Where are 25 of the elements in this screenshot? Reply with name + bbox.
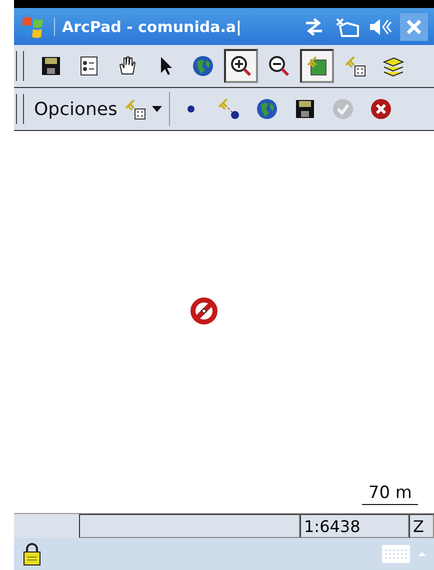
toolbar-button[interactable]	[224, 49, 258, 83]
toolbar-button[interactable]	[300, 49, 334, 83]
check-icon	[331, 97, 356, 121]
satellite-list-icon	[123, 97, 148, 121]
scale-reading: 1:6438	[300, 514, 409, 538]
globe-icon	[255, 97, 280, 121]
satellite-list-icon	[343, 54, 367, 78]
options-label[interactable]: Opciones	[34, 98, 118, 120]
zoom-out-icon	[267, 54, 291, 78]
toolbar-grip[interactable]	[16, 51, 24, 81]
zoom-in-icon	[229, 54, 253, 78]
status-cell: Z	[409, 514, 434, 538]
satellite-point-icon	[217, 97, 242, 121]
caret-icon	[151, 105, 164, 113]
cancel-icon	[369, 97, 394, 121]
scale-bar: 70 m	[362, 483, 418, 505]
window-title: ArcPad - comunida.a|	[54, 18, 294, 36]
lock-icon[interactable]	[22, 542, 42, 566]
toolbar-grip[interactable]	[16, 94, 24, 124]
satellite-map-icon	[305, 54, 329, 78]
point-icon	[187, 105, 196, 113]
globe-icon	[191, 54, 215, 78]
battery-icon[interactable]	[334, 16, 360, 38]
close-icon	[405, 18, 423, 36]
no-symbol-icon	[190, 297, 218, 325]
